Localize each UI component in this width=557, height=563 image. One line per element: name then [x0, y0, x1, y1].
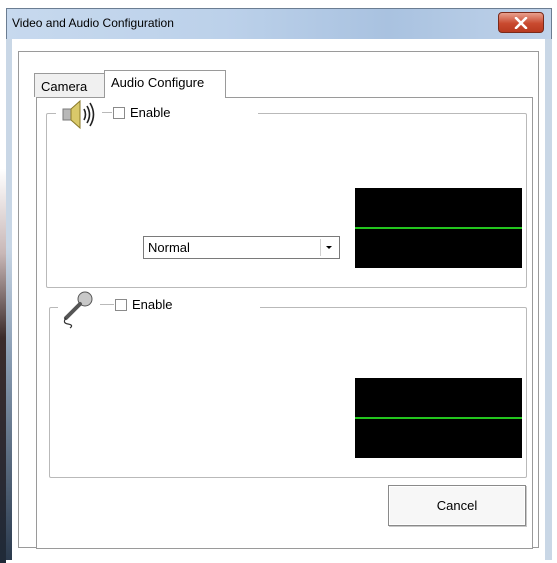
window-title: Video and Audio Configuration: [12, 16, 174, 30]
microphone-enable-checkbox[interactable]: [115, 299, 127, 311]
close-button[interactable]: [498, 12, 544, 33]
tab-camera[interactable]: Camera: [34, 73, 106, 97]
legend-connector: [100, 304, 114, 305]
tab-camera-label: Camera: [41, 79, 88, 94]
speaker-group-header: Enable: [56, 99, 258, 130]
microphone-level-meter: [355, 378, 522, 458]
window-border-right: [545, 39, 552, 560]
microphone-icon: [63, 291, 93, 329]
speaker-icon: [62, 99, 95, 130]
close-icon: [514, 17, 528, 29]
legend-connector: [102, 112, 112, 113]
microphone-group-header: Enable: [58, 291, 260, 329]
speaker-enable-checkbox[interactable]: [113, 107, 125, 119]
microphone-enable-label: Enable: [132, 297, 173, 312]
speaker-quality-value: Normal: [148, 240, 190, 255]
microphone-level-line: [355, 417, 522, 419]
tab-audio-configure-label: Audio Configure: [111, 75, 205, 90]
tab-audio-configure[interactable]: Audio Configure: [104, 70, 226, 98]
speaker-level-meter: [355, 188, 522, 268]
chevron-down-icon[interactable]: [320, 239, 337, 256]
cancel-button[interactable]: Cancel: [388, 485, 526, 526]
speaker-quality-select[interactable]: Normal: [143, 236, 340, 259]
speaker-enable-label: Enable: [130, 105, 171, 120]
cancel-button-label: Cancel: [436, 498, 478, 513]
speaker-level-line: [355, 227, 522, 229]
